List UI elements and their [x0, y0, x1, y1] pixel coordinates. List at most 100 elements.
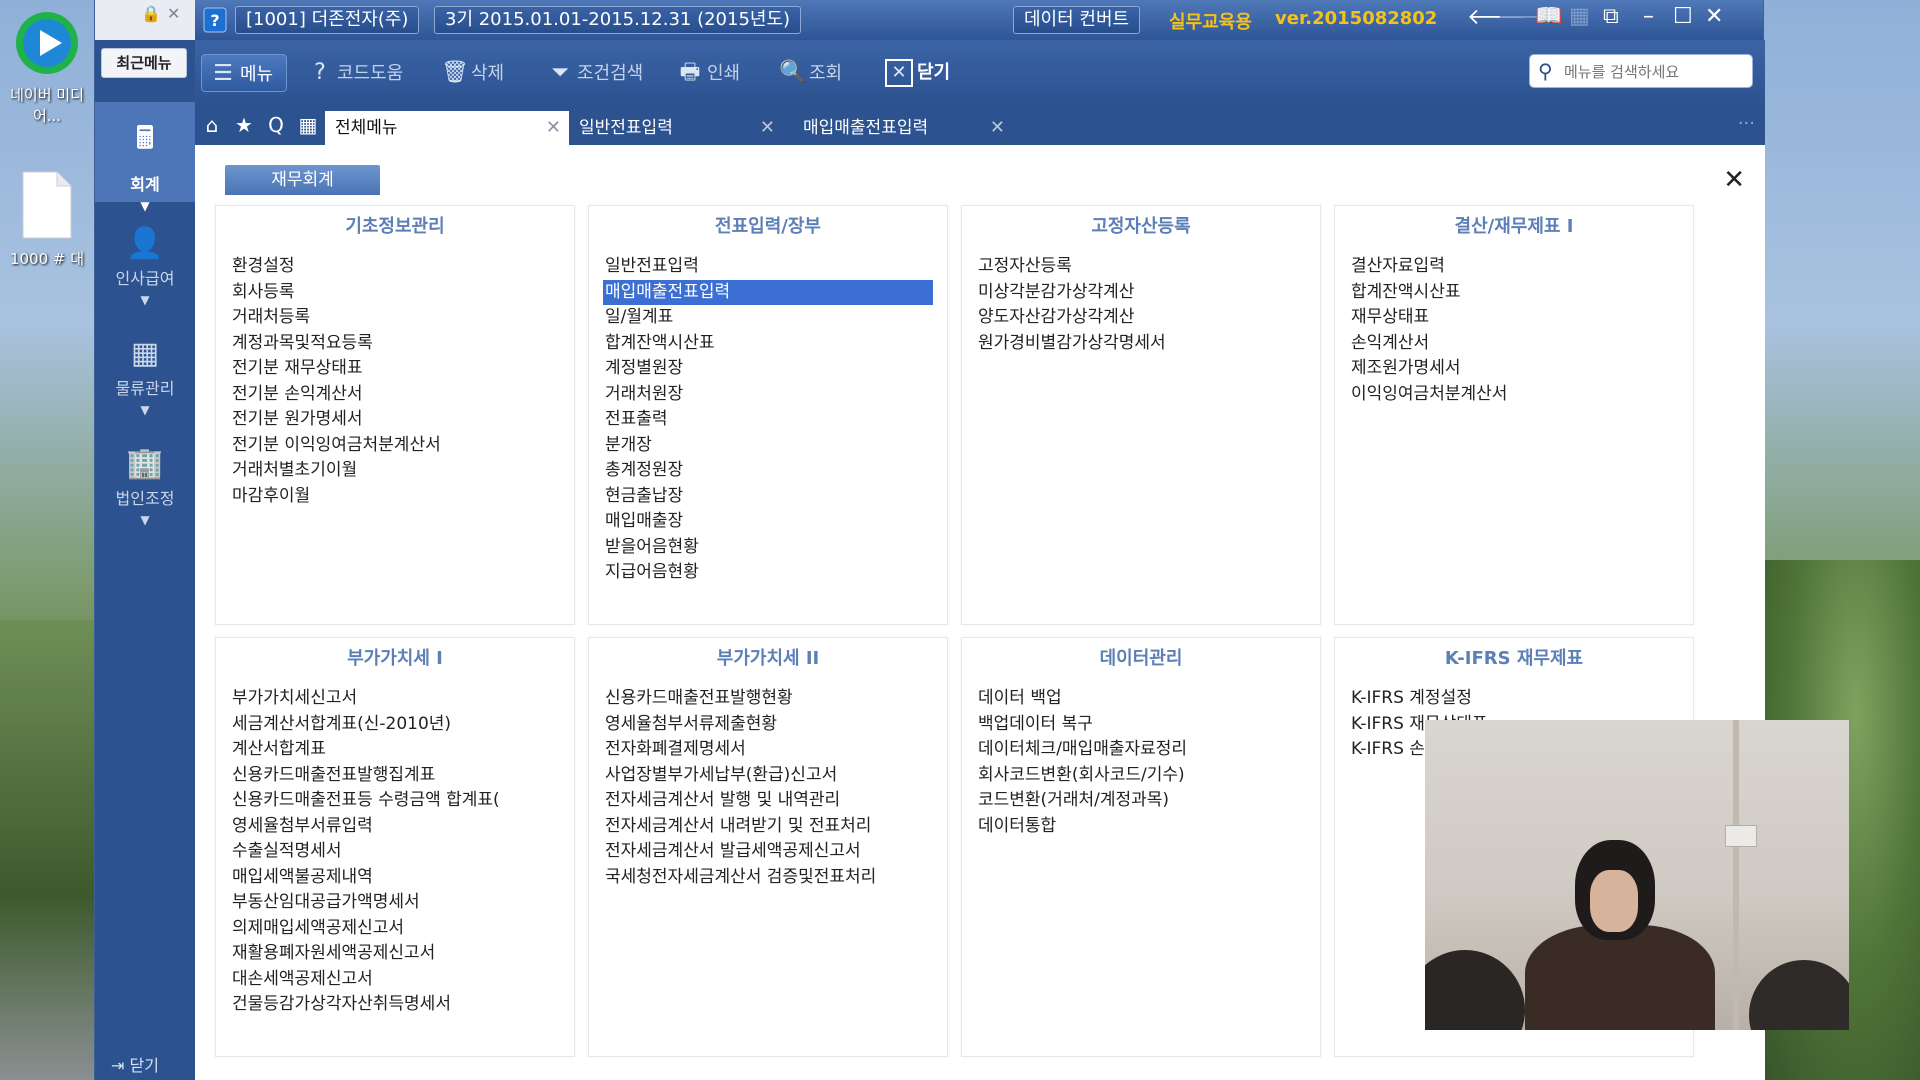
menu-item[interactable]: 총계정원장: [603, 458, 933, 484]
grid-icon[interactable]: ▦: [1569, 4, 1590, 29]
window-switch-icon[interactable]: ⧉: [1603, 4, 1619, 29]
fiscal-period-selector[interactable]: 3기 2015.01.01-2015.12.31 (2015년도): [434, 6, 802, 34]
tab-general-voucher[interactable]: 일반전표입력 ✕: [569, 111, 783, 145]
search-icon[interactable]: Q: [261, 113, 291, 137]
tab-close-icon[interactable]: ✕: [760, 111, 775, 145]
sidebar-item-logistics[interactable]: ▦ 물류관리 ▼: [95, 322, 195, 422]
menu-item[interactable]: 미상각분감가상각계산: [976, 280, 1306, 306]
home-icon[interactable]: ⌂: [197, 113, 227, 137]
menu-item[interactable]: 거래처등록: [230, 305, 560, 331]
recent-menu-button[interactable]: 최근메뉴: [101, 48, 187, 78]
menu-item[interactable]: 전기분 손익계산서: [230, 382, 560, 408]
menu-item[interactable]: 영세율첨부서류제출현황: [603, 712, 933, 738]
sidebar-item-payroll[interactable]: 👤 인사급여 ▼: [95, 212, 195, 312]
print-button[interactable]: 🖶 인쇄: [677, 54, 741, 92]
menu-item[interactable]: 전자세금계산서 내려받기 및 전표처리: [603, 814, 933, 840]
menu-item[interactable]: 마감후이월: [230, 484, 560, 510]
menu-button[interactable]: ☰ 메뉴: [201, 54, 287, 92]
calendar-icon[interactable]: ▦: [293, 113, 323, 137]
menu-item[interactable]: 계정과목및적요등록: [230, 331, 560, 357]
menu-item[interactable]: 의제매입세액공제신고서: [230, 916, 560, 942]
menu-item[interactable]: 전자세금계산서 발급세액공제신고서: [603, 839, 933, 865]
close-icon[interactable]: ✕: [167, 4, 180, 23]
menu-item[interactable]: 손익계산서: [1349, 331, 1679, 357]
close-icon[interactable]: ✕: [1723, 165, 1745, 195]
menu-item[interactable]: 제조원가명세서: [1349, 356, 1679, 382]
window-close-icon[interactable]: ✕: [1705, 4, 1723, 29]
menu-item[interactable]: 전표출력: [603, 407, 933, 433]
lock-icon[interactable]: 🔒: [141, 4, 161, 23]
menu-item[interactable]: 재무상태표: [1349, 305, 1679, 331]
menu-item[interactable]: 양도자산감가상각계산: [976, 305, 1306, 331]
menu-item[interactable]: 전기분 원가명세서: [230, 407, 560, 433]
menu-item[interactable]: 계정별원장: [603, 356, 933, 382]
menu-item[interactable]: 부가가치세신고서: [230, 686, 560, 712]
menu-item[interactable]: 재활용폐자원세액공제신고서: [230, 941, 560, 967]
menu-item[interactable]: 매입매출장: [603, 509, 933, 535]
menu-item[interactable]: 수출실적명세서: [230, 839, 560, 865]
menu-item[interactable]: 세금계산서합계표(신-2010년): [230, 712, 560, 738]
menu-item[interactable]: 이익잉여금처분계산서: [1349, 382, 1679, 408]
tab-all-menu[interactable]: 전체메뉴 ✕: [325, 111, 569, 145]
menu-item[interactable]: 신용카드매출전표발행집계표: [230, 763, 560, 789]
menu-item[interactable]: 거래처원장: [603, 382, 933, 408]
menu-item[interactable]: 데이터체크/매입매출자료정리: [976, 737, 1306, 763]
menu-item[interactable]: 합계잔액시산표: [603, 331, 933, 357]
menu-item[interactable]: 영세율첨부서류입력: [230, 814, 560, 840]
menu-item[interactable]: K-IFRS 계정설정: [1349, 686, 1679, 712]
module-tab-financial-accounting[interactable]: 재무회계: [225, 165, 380, 195]
company-selector[interactable]: [1001] 더존전자(주): [235, 6, 420, 34]
view-button[interactable]: 🔍 조회: [779, 54, 842, 92]
menu-item[interactable]: 분개장: [603, 433, 933, 459]
star-icon[interactable]: ★: [229, 113, 259, 137]
menu-item[interactable]: 전기분 이익잉여금처분계산서: [230, 433, 560, 459]
data-convert-button[interactable]: 데이터 컨버트: [1013, 6, 1141, 34]
tab-purchase-sales-voucher[interactable]: 매입매출전표입력 ✕: [793, 111, 1013, 145]
search-input[interactable]: [1564, 60, 1744, 84]
menu-item[interactable]: 계산서합계표: [230, 737, 560, 763]
menu-item[interactable]: 데이터통합: [976, 814, 1306, 840]
menu-item[interactable]: 백업데이터 복구: [976, 712, 1306, 738]
sidebar-item-accounting[interactable]: 🖩 회계 ▼: [95, 102, 195, 213]
menu-item[interactable]: 일/월계표: [603, 305, 933, 331]
menu-item[interactable]: 회사코드변환(회사코드/기수): [976, 763, 1306, 789]
menu-item[interactable]: 합계잔액시산표: [1349, 280, 1679, 306]
minimize-icon[interactable]: –: [1643, 4, 1654, 29]
menu-item[interactable]: 환경설정: [230, 254, 560, 280]
menu-item[interactable]: 전자화폐결제명세서: [603, 737, 933, 763]
menu-item[interactable]: 일반전표입력: [603, 254, 933, 280]
code-help-button[interactable]: ? 코드도움: [307, 54, 403, 92]
menu-item[interactable]: 코드변환(거래처/계정과목): [976, 788, 1306, 814]
menu-item-selected[interactable]: 매입매출전표입력: [603, 279, 933, 305]
menu-item[interactable]: 데이터 백업: [976, 686, 1306, 712]
menu-item[interactable]: 건물등감가상각자산취득명세서: [230, 992, 560, 1018]
menu-item[interactable]: 신용카드매출전표발행현황: [603, 686, 933, 712]
menu-item[interactable]: 대손세액공제신고서: [230, 967, 560, 993]
book-icon[interactable]: 📖: [1535, 4, 1562, 29]
menu-item[interactable]: 지급어음현황: [603, 560, 933, 586]
sidebar-close-button[interactable]: ⇥ 닫기: [111, 1052, 159, 1076]
more-icon[interactable]: ···: [1738, 113, 1755, 134]
menu-item[interactable]: 전자세금계산서 발행 및 내역관리: [603, 788, 933, 814]
menu-item[interactable]: 신용카드매출전표등 수령금액 합계표(: [230, 788, 560, 814]
maximize-icon[interactable]: ☐: [1673, 4, 1693, 29]
help-logo-icon[interactable]: ?: [203, 7, 227, 33]
menu-item[interactable]: 받을어음현황: [603, 535, 933, 561]
menu-item[interactable]: 거래처별초기이월: [230, 458, 560, 484]
menu-item[interactable]: 사업장별부가세납부(환급)신고서: [603, 763, 933, 789]
menu-item[interactable]: 고정자산등록: [976, 254, 1306, 280]
close-button[interactable]: ✕ 닫기: [885, 54, 950, 92]
tab-close-icon[interactable]: ✕: [546, 111, 561, 145]
tab-close-icon[interactable]: ✕: [990, 111, 1005, 145]
menu-item[interactable]: 매입세액불공제내역: [230, 865, 560, 891]
desktop-icon-naver-media[interactable]: 네이버 미디어...: [4, 10, 90, 126]
menu-search[interactable]: ⚲: [1529, 54, 1753, 88]
menu-item[interactable]: 국세청전자세금계산서 검증및전표처리: [603, 865, 933, 891]
menu-item[interactable]: 현금출납장: [603, 484, 933, 510]
sidebar-item-corporate-tax[interactable]: 🏢 법인조정 ▼: [95, 432, 195, 532]
menu-item[interactable]: 결산자료입력: [1349, 254, 1679, 280]
menu-item[interactable]: 회사등록: [230, 280, 560, 306]
menu-item[interactable]: 전기분 재무상태표: [230, 356, 560, 382]
desktop-icon-file[interactable]: 1000 # 대: [4, 170, 90, 269]
menu-item[interactable]: 부동산임대공급가액명세서: [230, 890, 560, 916]
